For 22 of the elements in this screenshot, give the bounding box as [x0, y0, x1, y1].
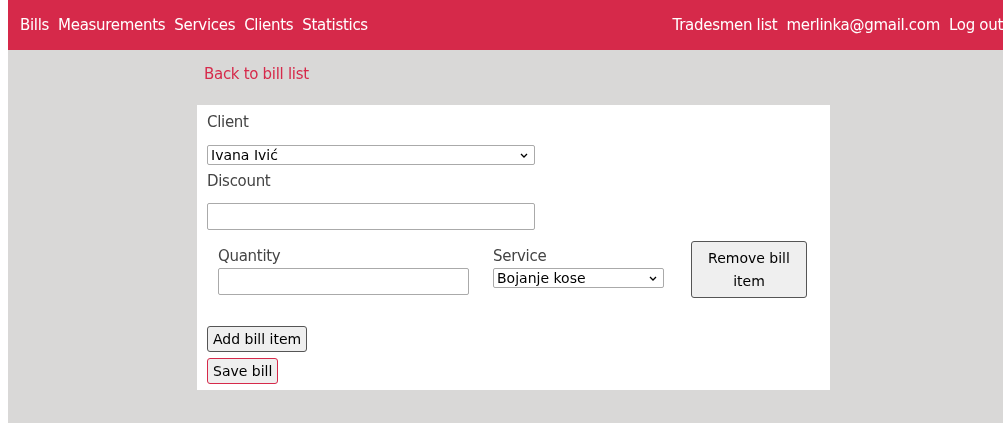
- add-item-button[interactable]: Add bill item: [207, 326, 308, 352]
- service-label: Service: [493, 247, 548, 265]
- nav-link[interactable]: Tradesmen list: [672, 16, 778, 34]
- quantity-label: Quantity: [218, 247, 282, 265]
- chevron-icon: [649, 275, 657, 281]
- service-select[interactable]: Bojanje kose: [493, 268, 664, 288]
- client-label: Client: [207, 113, 249, 131]
- client-select[interactable]: Ivana Ivić: [207, 145, 535, 165]
- back-link[interactable]: Back to bill list: [204, 65, 309, 83]
- nav-link[interactable]: Log out: [948, 16, 1003, 34]
- nav-link[interactable]: merlinka@gmail.com: [786, 16, 940, 34]
- discount-label: Discount: [207, 172, 271, 190]
- nav-link[interactable]: Services: [174, 16, 236, 34]
- nav-link[interactable]: Clients: [244, 16, 294, 34]
- remove-item-button[interactable]: Remove bill item: [691, 241, 807, 298]
- chevron-icon: [520, 152, 528, 158]
- save-button[interactable]: Save bill: [207, 358, 279, 384]
- nav-link[interactable]: Measurements: [58, 16, 166, 34]
- quantity-field[interactable]: [218, 268, 469, 295]
- discount-field[interactable]: [207, 203, 535, 230]
- nav-link[interactable]: Statistics: [302, 16, 368, 34]
- nav-link[interactable]: Bills: [20, 16, 50, 34]
